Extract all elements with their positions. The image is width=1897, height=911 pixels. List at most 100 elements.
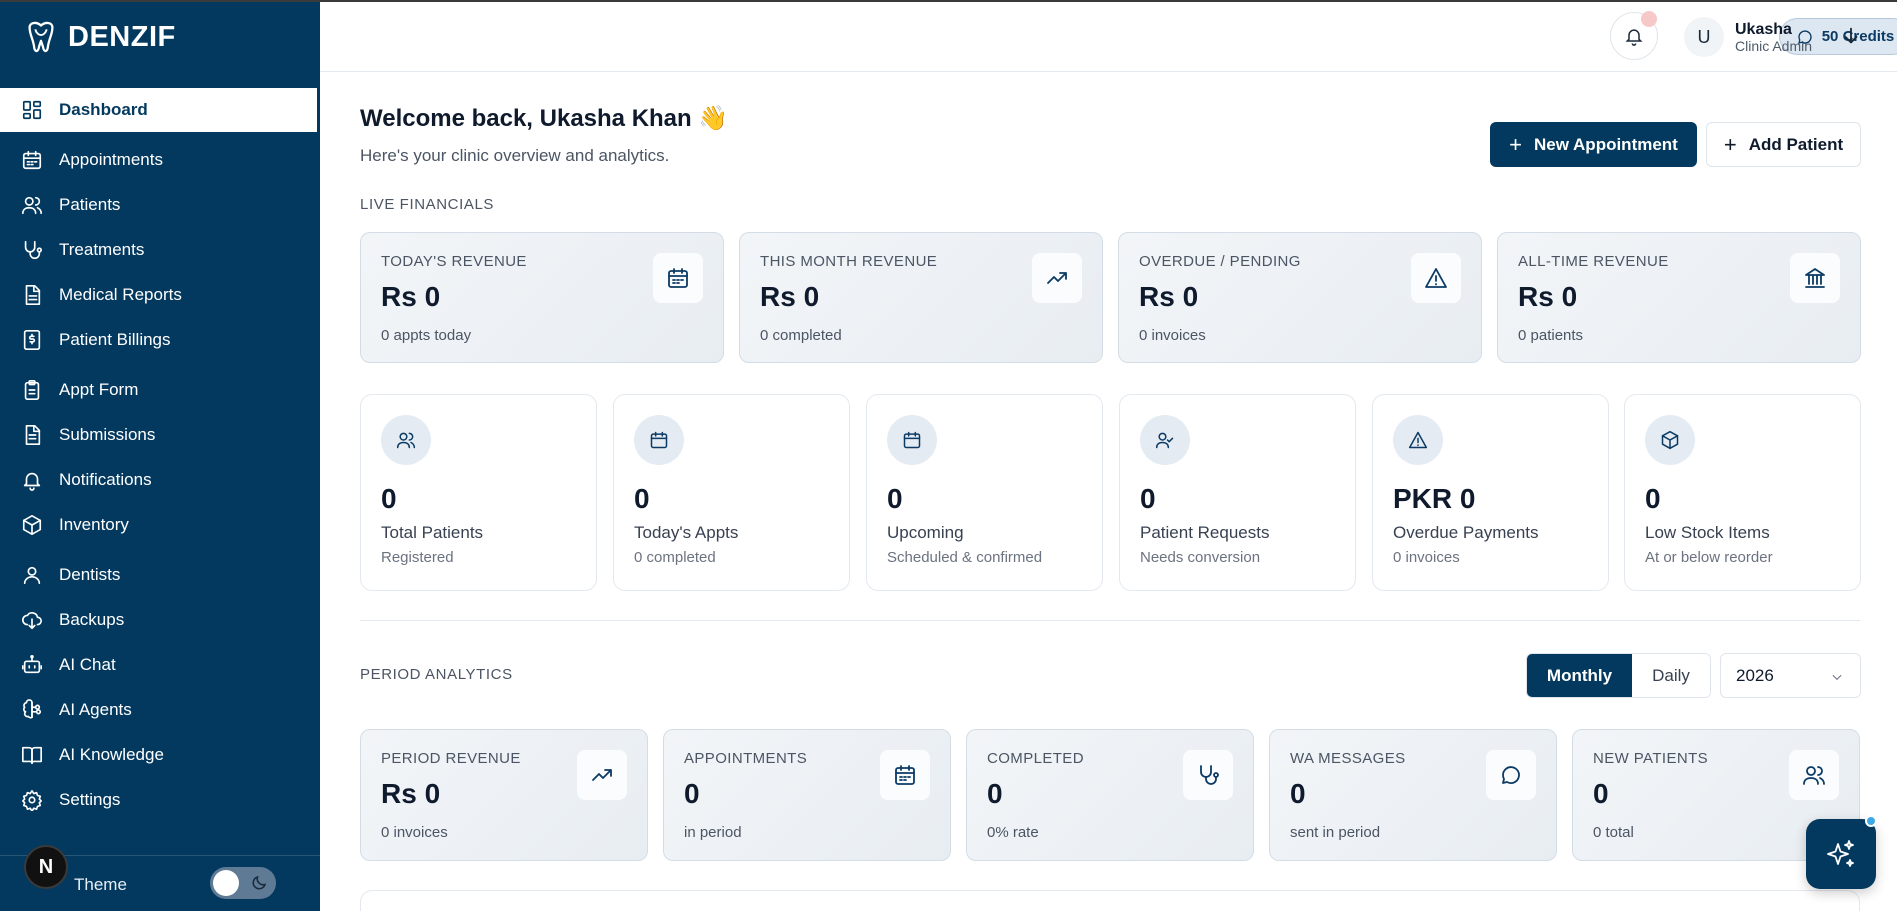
- stat-value: 0: [1645, 483, 1661, 514]
- trending-up-icon: [577, 750, 627, 800]
- card-value: Rs 0: [760, 281, 820, 312]
- stat-card-todays-appts[interactable]: 0 Today's Appts 0 completed: [613, 394, 850, 591]
- bank-icon: [1790, 253, 1840, 303]
- main-content: Welcome back, Ukasha Khan 👋 Here's your …: [320, 72, 1897, 911]
- stat-card-total-patients[interactable]: 0 Total Patients Registered: [360, 394, 597, 591]
- stat-value: 0: [1140, 483, 1156, 514]
- period-card-revenue: PERIOD REVENUE Rs 0 0 invoices: [360, 729, 648, 861]
- card-title: APPOINTMENTS: [684, 750, 808, 767]
- card-subtitle: in period: [684, 824, 742, 841]
- sidebar-item-label: AI Agents: [59, 700, 132, 719]
- warning-icon: [1393, 415, 1443, 465]
- sidebar-item-appt-form[interactable]: Appt Form: [0, 368, 320, 412]
- theme-label: Theme: [74, 875, 127, 894]
- sidebar-item-dentists[interactable]: Dentists: [0, 553, 320, 597]
- period-card-completed: COMPLETED 0 0% rate: [966, 729, 1254, 861]
- stat-card-overdue-payments[interactable]: PKR 0 Overdue Payments 0 invoices: [1372, 394, 1609, 591]
- card-title: COMPLETED: [987, 750, 1084, 767]
- year-value: 2026: [1736, 665, 1774, 685]
- calendar-icon: [634, 415, 684, 465]
- sidebar-item-label: Medical Reports: [59, 285, 182, 304]
- button-label: New Appointment: [1533, 134, 1678, 154]
- sidebar-item-appointments[interactable]: Appointments: [0, 138, 320, 182]
- sidebar-item-ai-agents[interactable]: AI Agents: [0, 688, 320, 732]
- sidebar-item-ai-chat[interactable]: AI Chat: [0, 643, 320, 687]
- card-title: NEW PATIENTS: [1593, 750, 1709, 767]
- page-title: Welcome back, Ukasha Khan 👋: [360, 105, 729, 132]
- sidebar-item-settings[interactable]: Settings: [0, 778, 320, 822]
- sidebar-item-submissions[interactable]: Submissions: [0, 413, 320, 457]
- section-label-live-financials: LIVE FINANCIALS: [360, 196, 495, 213]
- arrow-down-icon[interactable]: [1840, 25, 1862, 47]
- stat-card-patient-requests[interactable]: 0 Patient Requests Needs conversion: [1119, 394, 1356, 591]
- avatar[interactable]: U: [1684, 17, 1724, 57]
- stethoscope-icon: [20, 238, 44, 262]
- sidebar-item-patient-billings[interactable]: Patient Billings: [0, 318, 320, 362]
- theme-toggle[interactable]: [210, 867, 276, 899]
- sidebar-item-notifications[interactable]: Notifications: [0, 458, 320, 502]
- card-title: PERIOD REVENUE: [381, 750, 521, 767]
- bill-icon: [20, 328, 44, 352]
- toggle-monthly[interactable]: Monthly: [1527, 654, 1632, 697]
- sidebar-item-backups[interactable]: Backups: [0, 598, 320, 642]
- card-value: Rs 0: [1518, 281, 1578, 312]
- user-badge[interactable]: N: [24, 845, 68, 889]
- card-value: 0: [987, 778, 1003, 809]
- sidebar-item-treatments[interactable]: Treatments: [0, 228, 320, 272]
- card-value: Rs 0: [381, 281, 441, 312]
- user-name[interactable]: Ukasha: [1735, 21, 1792, 39]
- card-title: THIS MONTH REVENUE: [760, 253, 938, 270]
- sidebar-item-label: Treatments: [59, 240, 145, 259]
- period-toggle: Monthly Daily: [1526, 653, 1711, 698]
- sidebar-item-medical-reports[interactable]: Medical Reports: [0, 273, 320, 317]
- add-patient-button[interactable]: + Add Patient: [1706, 122, 1861, 167]
- notifications-button[interactable]: [1610, 11, 1658, 60]
- new-appointment-button[interactable]: + New Appointment: [1490, 122, 1697, 167]
- toggle-daily[interactable]: Daily: [1632, 654, 1710, 697]
- sidebar-item-label: AI Knowledge: [59, 745, 164, 764]
- card-title: ALL-TIME REVENUE: [1518, 253, 1669, 270]
- users-icon: [381, 415, 431, 465]
- stat-subtitle: Needs conversion: [1140, 549, 1261, 566]
- warning-icon: [1411, 253, 1461, 303]
- box-icon: [20, 513, 44, 537]
- stat-subtitle: Registered: [381, 549, 454, 566]
- sidebar-item-label: AI Chat: [59, 655, 116, 674]
- calendar-icon: [880, 750, 930, 800]
- revenue-card-month: THIS MONTH REVENUE Rs 0 0 completed: [739, 232, 1103, 363]
- stat-card-low-stock[interactable]: 0 Low Stock Items At or below reorder: [1624, 394, 1861, 591]
- plus-icon: +: [1509, 131, 1522, 157]
- stat-title: Low Stock Items: [1645, 523, 1770, 542]
- sidebar-item-label: Appt Form: [59, 380, 139, 399]
- card-value: Rs 0: [381, 778, 441, 809]
- user-check-icon: [1140, 415, 1190, 465]
- sidebar-item-dashboard[interactable]: Dashboard: [0, 88, 317, 132]
- status-dot: [1865, 815, 1877, 827]
- stat-subtitle: At or below reorder: [1645, 549, 1773, 566]
- notification-dot: [1641, 11, 1657, 27]
- bell-icon: [20, 468, 44, 492]
- page-subtitle: Here's your clinic overview and analytic…: [360, 146, 670, 165]
- moon-icon: [252, 875, 267, 890]
- sparkles-icon: [1827, 840, 1854, 867]
- sidebar-item-patients[interactable]: Patients: [0, 183, 320, 227]
- brand-logo[interactable]: DENZIF: [22, 18, 176, 56]
- sidebar-item-ai-knowledge[interactable]: AI Knowledge: [0, 733, 320, 777]
- brain-icon: [20, 698, 44, 722]
- stat-subtitle: Scheduled & confirmed: [887, 549, 1043, 566]
- user-role: Clinic Admin: [1735, 38, 1813, 54]
- sidebar-item-inventory[interactable]: Inventory: [0, 503, 320, 547]
- sidebar-item-label: Submissions: [59, 425, 156, 444]
- revenue-card-overdue: OVERDUE / PENDING Rs 0 0 invoices: [1118, 232, 1482, 363]
- stat-title: Upcoming: [887, 523, 964, 542]
- sidebar-item-label: Notifications: [59, 470, 152, 489]
- year-select[interactable]: 2026: [1720, 653, 1861, 698]
- stat-title: Overdue Payments: [1393, 523, 1539, 542]
- card-title: TODAY'S REVENUE: [381, 253, 527, 270]
- ai-assistant-button[interactable]: [1806, 819, 1876, 889]
- stat-card-upcoming[interactable]: 0 Upcoming Scheduled & confirmed: [866, 394, 1103, 591]
- sidebar: DENZIF Dashboard Appointments Patients T…: [0, 0, 320, 911]
- sidebar-item-label: Settings: [59, 790, 121, 809]
- calendar-icon: [20, 148, 44, 172]
- stat-subtitle: 0 completed: [634, 549, 716, 566]
